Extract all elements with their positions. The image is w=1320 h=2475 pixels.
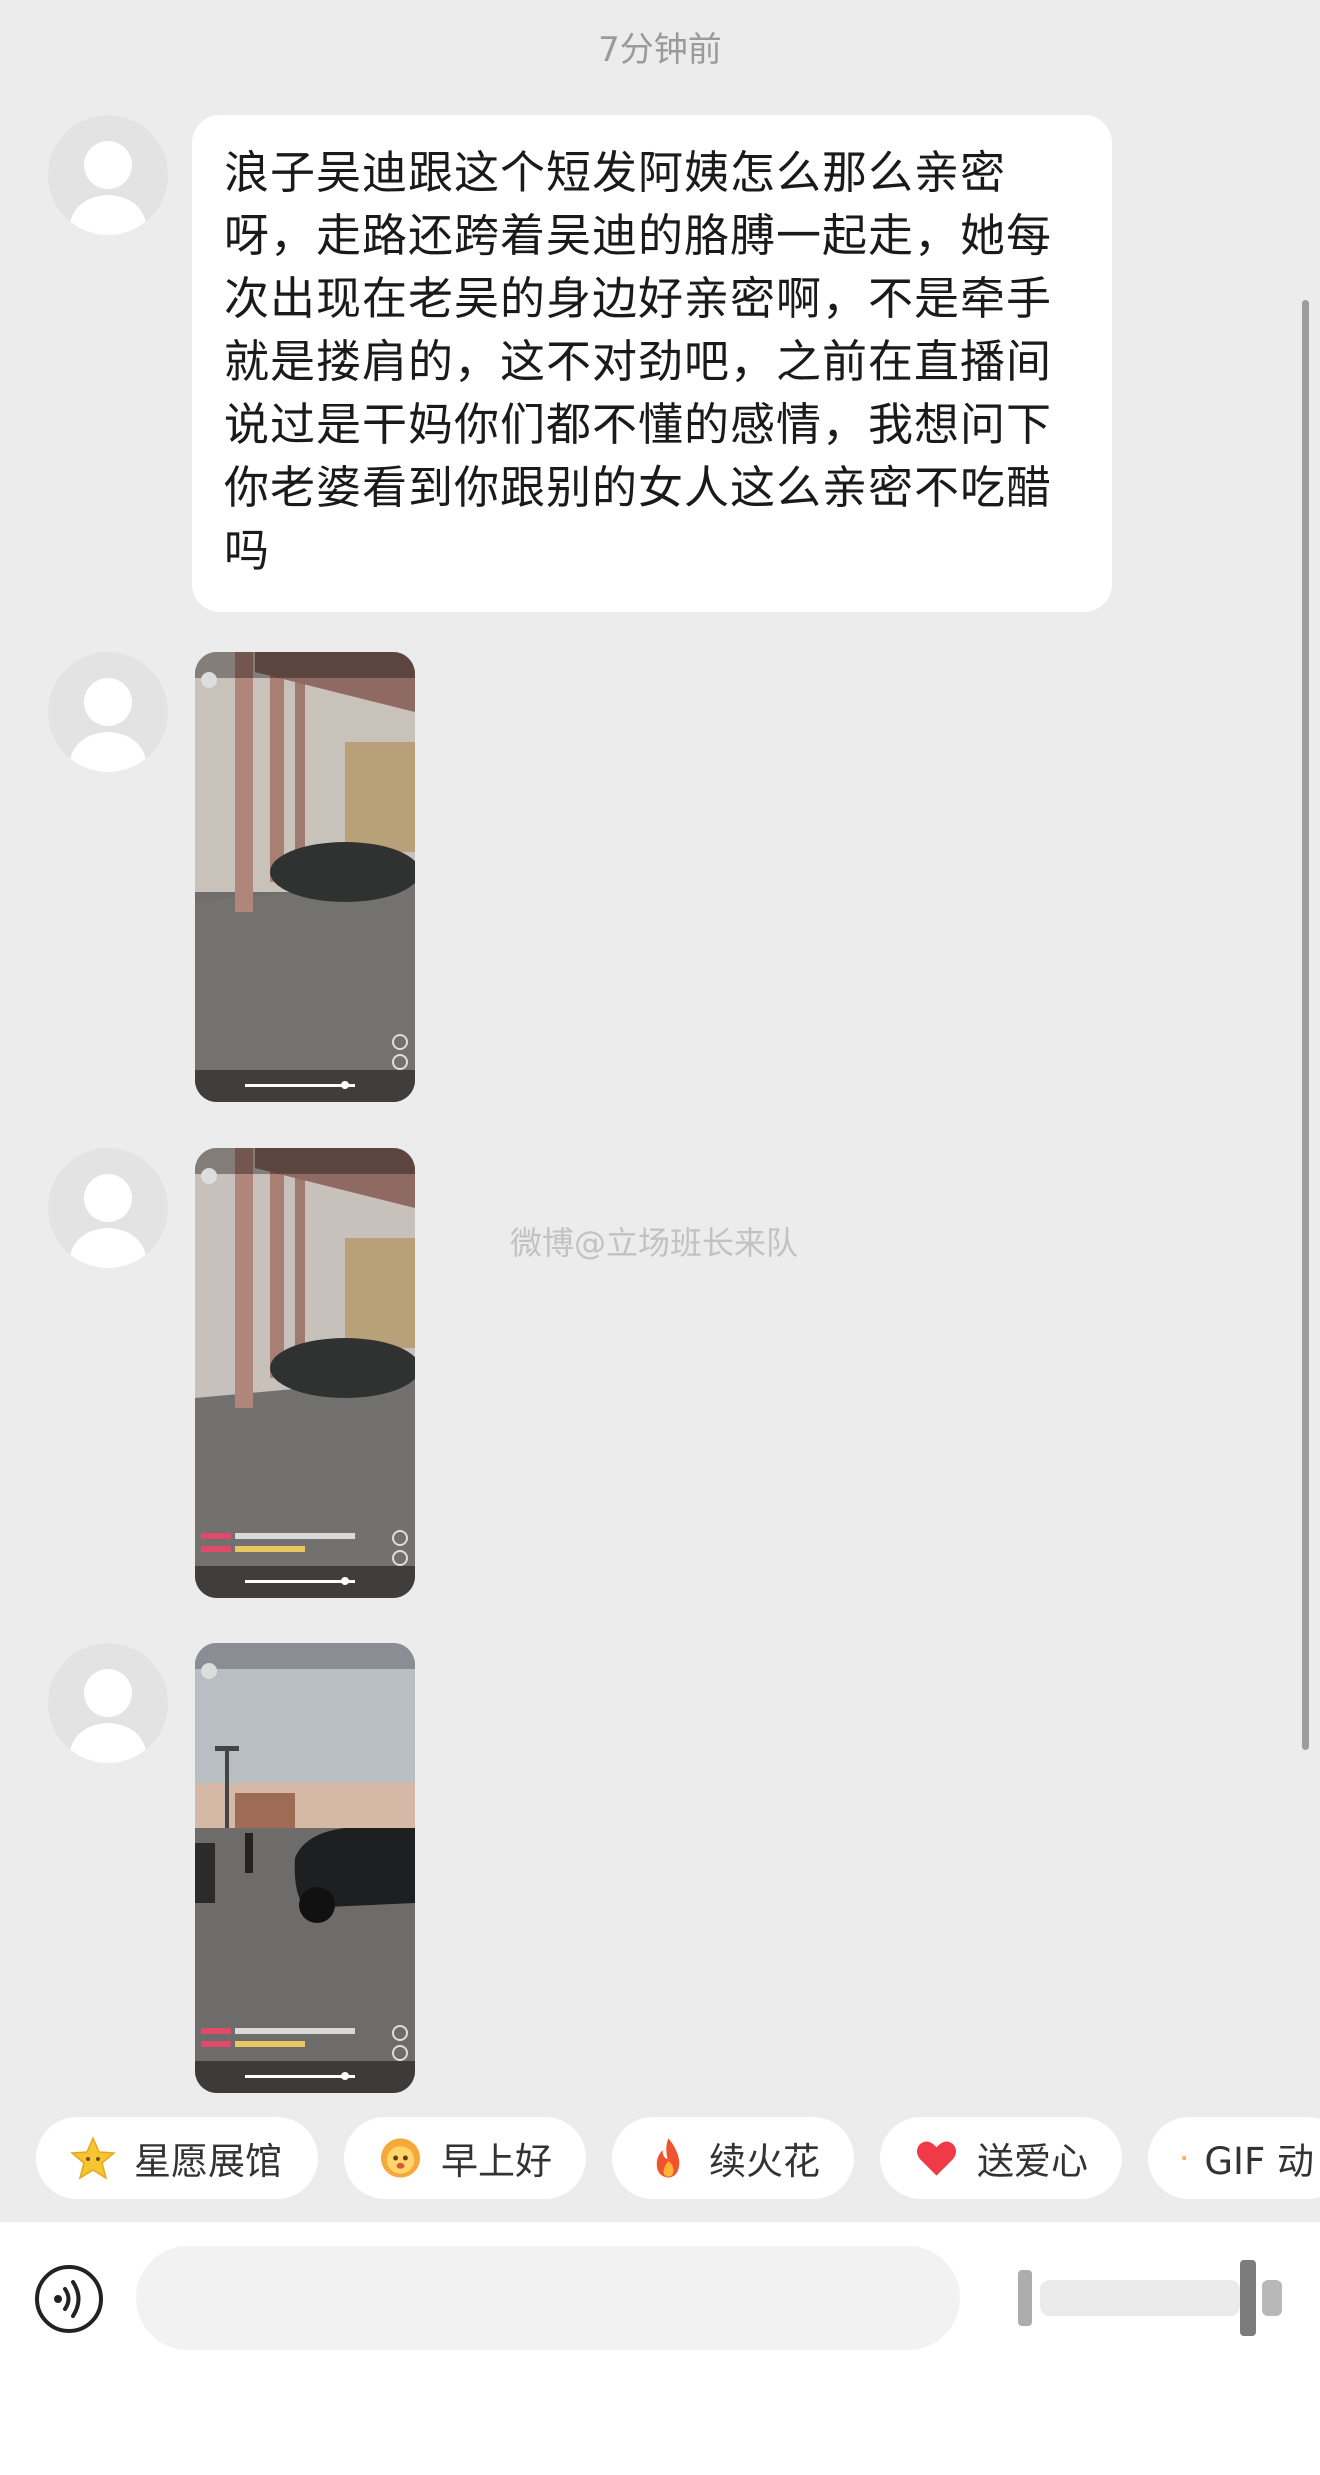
- chip-label: GIF 动: [1204, 2140, 1314, 2183]
- message-text-line: 呀，走路还跨着吴迪的胳膊一起走，她每: [224, 209, 1053, 262]
- message-text-line: 次出现在老吴的身边好亲密啊，不是牵手: [224, 272, 1053, 325]
- message-text-line: 就是搂肩的，这不对劲吧，之前在直播间: [224, 335, 1053, 388]
- sun-face-icon: [380, 2138, 421, 2178]
- chip-label: 续火花: [709, 2140, 820, 2183]
- video-message-thumbnail[interactable]: [195, 1148, 415, 1598]
- default-avatar-icon: [68, 141, 148, 235]
- message-text-line: 你老婆看到你跟别的女人这么亲密不吃醋: [224, 461, 1053, 514]
- default-avatar-icon: [68, 1669, 148, 1763]
- scrollbar[interactable]: [1302, 300, 1309, 1750]
- video-message-thumbnail[interactable]: [195, 652, 415, 1102]
- blurred-toolbar-icons[interactable]: [1000, 2250, 1300, 2346]
- message-text-line: 浪子吴迪跟这个短发阿姨怎么那么亲密: [224, 146, 1007, 199]
- message-text-line: 说过是干妈你们都不懂的感情，我想问下: [224, 398, 1053, 451]
- chip-gif[interactable]: GIF GIF 动: [1148, 2117, 1320, 2199]
- sender-avatar[interactable]: [48, 115, 168, 235]
- heart-icon: [916, 2141, 957, 2176]
- video-frame-image: [195, 1148, 415, 1598]
- star-icon: [70, 2136, 116, 2180]
- sender-avatar[interactable]: [48, 652, 168, 772]
- message-timestamp: 7分钟前: [598, 30, 722, 70]
- message-text-line: 吗: [224, 524, 271, 577]
- sender-avatar[interactable]: [48, 1148, 168, 1268]
- quick-action-chips: 星愿展馆 早上好 续火花 送爱心 GIF GIF 动: [36, 2117, 1320, 2199]
- default-avatar-icon: [68, 1174, 148, 1268]
- video-message-thumbnail[interactable]: [195, 1643, 415, 2093]
- chip-send-love[interactable]: 送爱心: [880, 2117, 1122, 2199]
- message-text-input[interactable]: [136, 2246, 960, 2350]
- default-avatar-icon: [68, 678, 148, 772]
- text-message-bubble[interactable]: 浪子吴迪跟这个短发阿姨怎么那么亲密 呀，走路还跨着吴迪的胳膊一起走，她每 次出现…: [192, 115, 1112, 612]
- watermark-text: 微博@立场班长来队: [510, 1224, 799, 1262]
- chip-star-gallery[interactable]: 星愿展馆: [36, 2117, 318, 2199]
- message-input-bar: [0, 2222, 1320, 2475]
- video-frame-image: [195, 652, 415, 1102]
- gif-icon: GIF: [1182, 2156, 1187, 2160]
- chip-good-morning[interactable]: 早上好: [344, 2117, 586, 2199]
- sender-avatar[interactable]: [48, 1643, 168, 1763]
- video-frame-image: [195, 1643, 415, 2093]
- chip-continue-spark[interactable]: 续火花: [612, 2117, 854, 2199]
- chip-label: 早上好: [441, 2140, 552, 2183]
- chip-label: 送爱心: [977, 2140, 1088, 2183]
- chip-label: 星愿展馆: [134, 2140, 282, 2183]
- voice-input-icon[interactable]: [34, 2264, 104, 2334]
- fire-icon: [656, 2138, 680, 2178]
